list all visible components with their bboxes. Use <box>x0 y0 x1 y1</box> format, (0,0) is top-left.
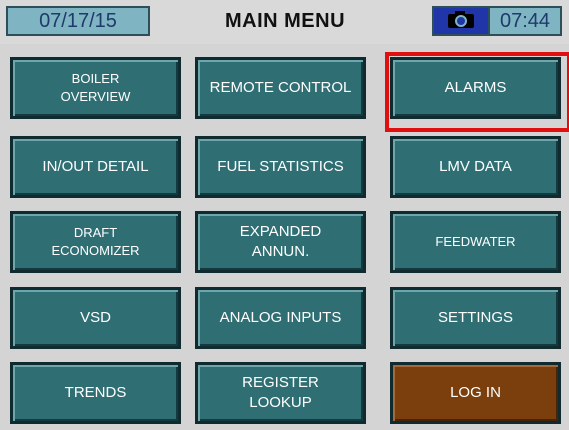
boiler-overview-button[interactable]: BOILER OVERVIEW <box>10 57 181 119</box>
trends-button[interactable]: TRENDS <box>10 362 181 424</box>
page-title: MAIN MENU <box>224 9 346 32</box>
log-in-button[interactable]: LOG IN <box>390 362 561 424</box>
expanded-annun-button[interactable]: EXPANDED ANNUN. <box>195 211 366 273</box>
draft-economizer-button[interactable]: DRAFT ECONOMIZER <box>10 211 181 273</box>
time-display: 07:44 <box>488 6 562 36</box>
top-bar: 07/17/15 MAIN MENU 07:44 <box>0 0 569 44</box>
register-lookup-button[interactable]: REGISTER LOOKUP <box>195 362 366 424</box>
in-out-detail-button[interactable]: IN/OUT DETAIL <box>10 136 181 198</box>
analog-inputs-button[interactable]: ANALOG INPUTS <box>195 287 366 349</box>
date-display: 07/17/15 <box>6 6 150 36</box>
camera-icon <box>446 9 476 34</box>
lmv-data-button[interactable]: LMV DATA <box>390 136 561 198</box>
fuel-statistics-button[interactable]: FUEL STATISTICS <box>195 136 366 198</box>
vsd-button[interactable]: VSD <box>10 287 181 349</box>
settings-button[interactable]: SETTINGS <box>390 287 561 349</box>
remote-control-button[interactable]: REMOTE CONTROL <box>195 57 366 119</box>
feedwater-button[interactable]: FEEDWATER <box>390 211 561 273</box>
camera-button[interactable] <box>432 6 488 36</box>
alarms-highlight-frame <box>385 52 569 132</box>
